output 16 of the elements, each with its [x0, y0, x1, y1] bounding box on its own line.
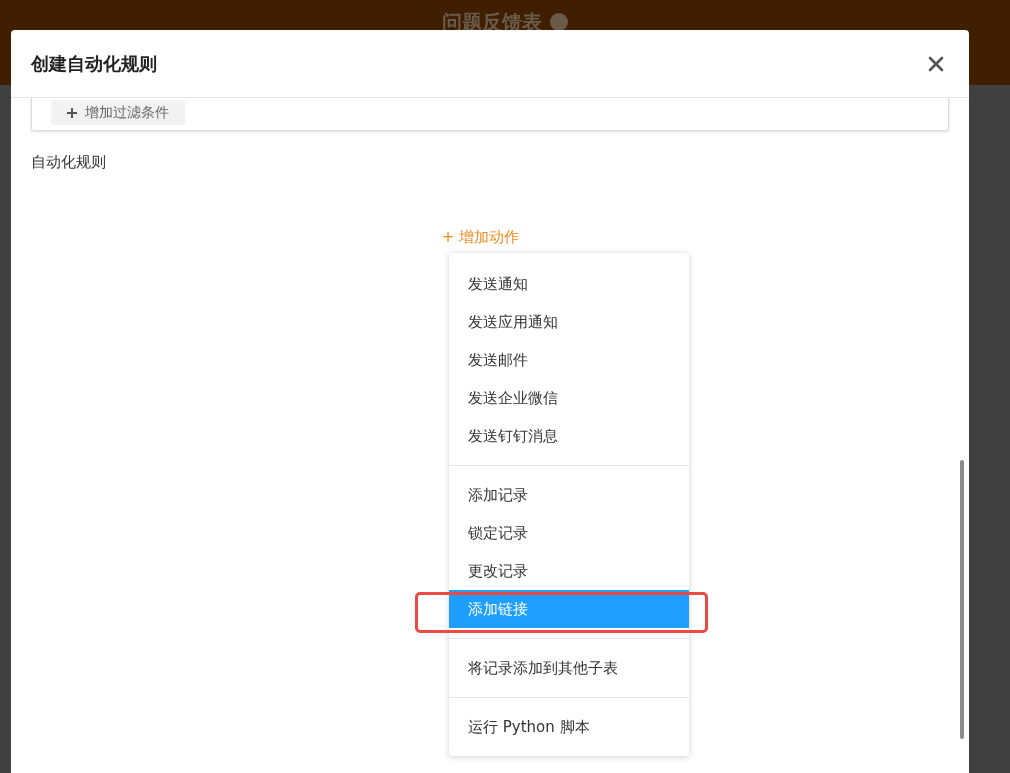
menu-item[interactable]: 发送邮件 [449, 341, 689, 379]
menu-item[interactable]: 添加记录 [449, 476, 689, 514]
info-icon [550, 13, 568, 31]
menu-item[interactable]: 发送钉钉消息 [449, 417, 689, 455]
menu-item[interactable]: 发送企业微信 [449, 379, 689, 417]
menu-item[interactable]: 发送通知 [449, 265, 689, 303]
plus-icon [67, 107, 77, 118]
menu-item[interactable]: 运行 Python 脚本 [449, 708, 689, 746]
menu-item[interactable]: 锁定记录 [449, 514, 689, 552]
scrollbar[interactable] [960, 460, 964, 739]
menu-item[interactable]: 发送应用通知 [449, 303, 689, 341]
dialog-title: 创建自动化规则 [31, 51, 157, 76]
section-label: 自动化规则 [31, 153, 107, 172]
menu-item[interactable]: 更改记录 [449, 552, 689, 590]
menu-item[interactable]: 将记录添加到其他子表 [449, 649, 689, 687]
add-filter-button[interactable]: 增加过滤条件 [51, 100, 185, 125]
